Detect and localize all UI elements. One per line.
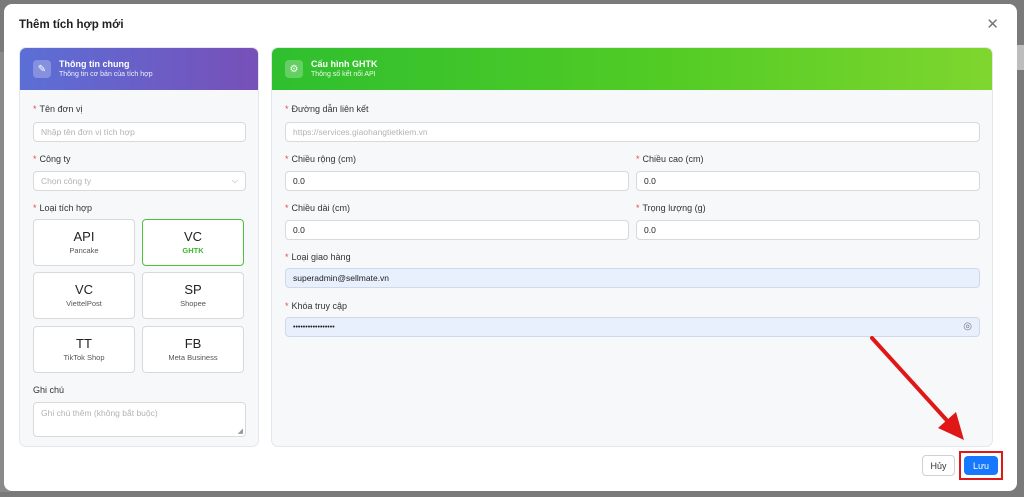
general-info-panel: ✎ Thông tin chung Thông tin cơ bản của t…	[19, 47, 259, 447]
ghtk-config-header: ⚙ Cấu hình GHTK Thông số kết nối API	[272, 48, 992, 90]
edit-icon: ✎	[33, 60, 51, 78]
note-textarea[interactable]: Ghi chú thêm (không bắt buộc) ◢	[33, 402, 246, 437]
unit-name-label: * Tên đơn vị	[33, 104, 83, 114]
link-input[interactable]: https://services.giaohangtietkiem.vn	[285, 122, 980, 142]
access-key-input[interactable]: ••••••••••••••••• ◎	[285, 317, 980, 337]
add-integration-modal: Thêm tích hợp mới ✕ ✎ Thông tin chung Th…	[4, 4, 1017, 491]
gear-icon: ⚙	[285, 60, 303, 78]
note-label: Ghi chú	[33, 385, 65, 395]
ghtk-config-subtitle: Thông số kết nối API	[311, 71, 376, 78]
eye-hidden-icon[interactable]: ◎	[963, 321, 972, 332]
tile-tiktok-shop[interactable]: TT TikTok Shop	[33, 326, 135, 373]
general-info-header: ✎ Thông tin chung Thông tin cơ bản của t…	[20, 48, 258, 90]
ghtk-config-panel: ⚙ Cấu hình GHTK Thông số kết nối API * Đư…	[271, 47, 993, 447]
save-button[interactable]: Lưu	[964, 456, 998, 475]
resize-handle-icon[interactable]: ◢	[238, 427, 243, 435]
unit-name-input[interactable]: Nhập tên đơn vị tích hợp	[33, 122, 246, 142]
cancel-button[interactable]: Hủy	[922, 455, 955, 476]
general-info-title: Thông tin chung	[59, 59, 130, 69]
length-input[interactable]: 0.0	[285, 220, 629, 240]
modal-title: Thêm tích hợp mới	[19, 19, 124, 31]
company-label: * Công ty	[33, 154, 71, 164]
close-icon[interactable]: ✕	[986, 15, 999, 33]
width-input[interactable]: 0.0	[285, 171, 629, 191]
weight-label: * Trọng lượng (g)	[636, 203, 706, 213]
tile-meta-business[interactable]: FB Meta Business	[142, 326, 244, 373]
tile-shopee[interactable]: SP Shopee	[142, 272, 244, 319]
link-label: * Đường dẫn liên kết	[285, 104, 369, 114]
access-key-label: * Khóa truy cập	[285, 301, 348, 311]
save-button-highlight: Lưu	[959, 451, 1003, 480]
width-label: * Chiều rộng (cm)	[285, 154, 357, 164]
integration-type-label: * Loại tích hợp	[33, 203, 92, 213]
ghtk-config-title: Cấu hình GHTK	[311, 59, 378, 69]
chevron-down-icon: ⌵	[231, 176, 238, 185]
height-label: * Chiều cao (cm)	[636, 154, 704, 164]
weight-input[interactable]: 0.0	[636, 220, 980, 240]
length-label: * Chiều dài (cm)	[285, 203, 351, 213]
tile-pancake[interactable]: API Pancake	[33, 219, 135, 266]
delivery-type-input[interactable]: superadmin@sellmate.vn	[285, 268, 980, 288]
company-select[interactable]: Chọn công ty ⌵	[33, 171, 246, 191]
tile-ghtk[interactable]: VC GHTK	[142, 219, 244, 266]
delivery-type-label: * Loại giao hàng	[285, 252, 351, 262]
height-input[interactable]: 0.0	[636, 171, 980, 191]
general-info-subtitle: Thông tin cơ bản của tích hợp	[59, 71, 153, 78]
tile-viettelpost[interactable]: VC ViettelPost	[33, 272, 135, 319]
